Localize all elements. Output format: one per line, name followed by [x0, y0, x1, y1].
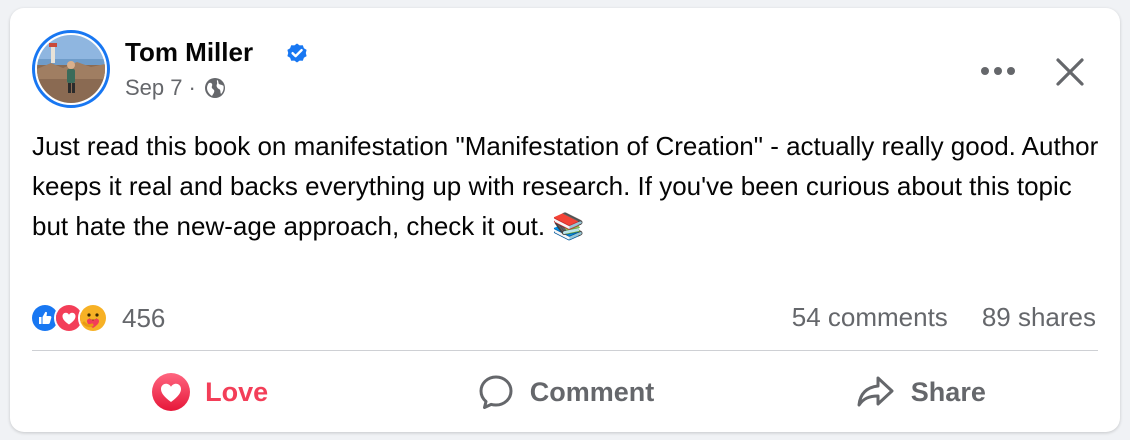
avatar-photo — [37, 35, 105, 103]
reaction-count: 456 — [122, 302, 166, 333]
share-icon — [857, 376, 894, 407]
share-label: Share — [910, 376, 986, 407]
close-button[interactable] — [1050, 52, 1090, 92]
post-date[interactable]: Sep 7 — [125, 74, 183, 102]
engagement-counts: 54 comments 89 shares — [792, 302, 1096, 333]
share-button[interactable]: Share — [743, 360, 1098, 424]
comment-icon — [479, 375, 513, 409]
divider — [32, 350, 1098, 351]
verified-badge-icon — [287, 43, 307, 63]
avatar[interactable] — [32, 30, 110, 108]
more-options-button[interactable] — [976, 56, 1020, 86]
comments-count[interactable]: 54 comments — [792, 302, 948, 333]
post-meta: Sep 7 · — [125, 74, 226, 102]
comment-label: Comment — [529, 376, 655, 407]
love-button[interactable]: Love — [32, 360, 387, 424]
love-label: Love — [205, 376, 269, 407]
author-name[interactable]: Tom Miller — [125, 36, 253, 68]
comment-button[interactable]: Comment — [387, 360, 742, 424]
post-card: Tom Miller Sep 7 · Just read this book o… — [10, 8, 1120, 432]
post-text: Just read this book on manifestation "Ma… — [32, 131, 1099, 241]
more-horizontal-icon — [981, 67, 1015, 75]
action-bar: Love Comment Share — [32, 360, 1098, 424]
close-icon — [1056, 58, 1084, 86]
reactions-summary[interactable]: 456 — [30, 300, 165, 336]
care-reaction-icon — [78, 303, 108, 333]
globe-icon[interactable] — [204, 77, 226, 99]
shares-count[interactable]: 89 shares — [982, 302, 1096, 333]
meta-separator: · — [188, 75, 196, 100]
love-reaction-icon — [152, 373, 191, 411]
